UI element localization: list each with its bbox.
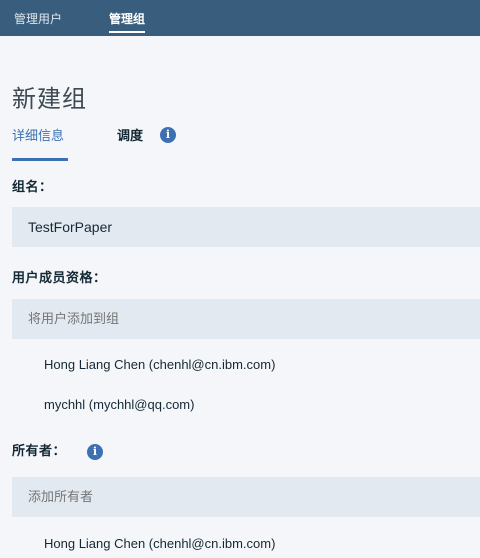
- member-item: mychhl (mychhl@qq.com): [44, 397, 195, 412]
- tab-active-indicator: [12, 158, 68, 161]
- top-navigation-bar: 管理用户 管理组: [0, 0, 480, 36]
- info-icon[interactable]: i: [160, 127, 176, 143]
- add-owner-input[interactable]: [12, 477, 480, 517]
- group-name-label: 组名：: [12, 180, 53, 195]
- membership-label: 用户成员资格：: [12, 271, 107, 286]
- owners-label: 所有者：: [12, 444, 67, 459]
- member-item: Hong Liang Chen (chenhl@cn.ibm.com): [44, 357, 276, 372]
- owners-info-icon[interactable]: i: [87, 444, 103, 460]
- nav-manage-users-label: 管理用户: [14, 12, 63, 26]
- tab-details[interactable]: 详细信息: [12, 129, 64, 145]
- nav-active-indicator: [109, 31, 146, 33]
- page-title: 新建组: [12, 85, 87, 113]
- nav-manage-users[interactable]: 管理用户: [14, 11, 62, 27]
- add-user-input[interactable]: [12, 299, 480, 339]
- nav-manage-groups[interactable]: 管理组: [109, 11, 146, 33]
- tab-schedule[interactable]: 调度: [117, 129, 143, 145]
- group-name-input[interactable]: [12, 207, 480, 247]
- nav-manage-groups-label: 管理组: [109, 12, 146, 26]
- tab-details-label: 详细信息: [12, 129, 65, 144]
- tab-schedule-label: 调度: [117, 129, 144, 144]
- owner-item: Hong Liang Chen (chenhl@cn.ibm.com): [44, 536, 276, 551]
